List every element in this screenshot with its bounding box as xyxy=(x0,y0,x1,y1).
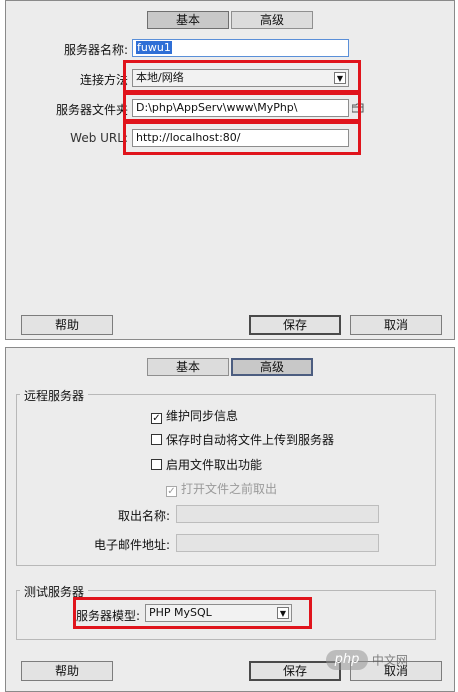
maintain-sync-label: 维护同步信息 xyxy=(166,409,239,423)
email-field xyxy=(176,534,379,552)
cancel-button[interactable]: 取消 xyxy=(350,315,442,335)
enable-checkout-option[interactable]: 启用文件取出功能 xyxy=(151,456,262,473)
server-folder-label: 服务器文件夹 xyxy=(55,103,128,117)
checkout-name-field xyxy=(176,505,379,523)
enable-checkout-label: 启用文件取出功能 xyxy=(166,458,263,472)
watermark-text: 中文网 xyxy=(371,653,408,668)
server-model-label: 服务器模型: xyxy=(76,609,141,623)
server-model-select[interactable]: PHP MySQL ▼ xyxy=(145,604,292,622)
connect-method-select[interactable]: 本地/网络 ▼ xyxy=(132,69,349,87)
connect-method-value: 本地/网络 xyxy=(136,71,184,84)
server-name-label: 服务器名称: xyxy=(63,43,128,57)
watermark: php 中文网 xyxy=(326,650,408,672)
basic-settings-panel: 基本 高级 服务器名称: fuwu1 连接方法 本地/网络 ▼ 服务器文件夹 D… xyxy=(5,0,455,340)
checkout-name-label: 取出名称: xyxy=(117,509,170,523)
checkbox-icon[interactable] xyxy=(151,459,162,470)
checkbox-checked-icon[interactable]: ✓ xyxy=(151,413,162,424)
server-name-field[interactable]: fuwu1 xyxy=(132,39,349,57)
server-name-value: fuwu1 xyxy=(136,41,172,54)
tab-basic[interactable]: 基本 xyxy=(147,11,229,29)
testing-server-title: 测试服务器 xyxy=(20,583,89,600)
auto-upload-option[interactable]: 保存时自动将文件上传到服务器 xyxy=(151,431,334,448)
help-button[interactable]: 帮助 xyxy=(21,661,113,681)
auto-upload-label: 保存时自动将文件上传到服务器 xyxy=(166,433,335,447)
tab-basic[interactable]: 基本 xyxy=(147,358,229,376)
open-before-checkout-label: 打开文件之前取出 xyxy=(181,482,278,496)
dropdown-arrow-icon[interactable]: ▼ xyxy=(334,72,346,84)
email-label: 电子邮件地址: xyxy=(93,538,170,552)
save-button[interactable]: 保存 xyxy=(249,315,341,335)
server-folder-field[interactable]: D:\php\AppServ\www\MyPhp\ xyxy=(132,99,349,117)
open-before-checkout-option: ✓ 打开文件之前取出 xyxy=(166,480,277,497)
php-logo: php xyxy=(326,650,368,670)
maintain-sync-option[interactable]: ✓ 维护同步信息 xyxy=(151,407,238,424)
server-model-value: PHP MySQL xyxy=(149,606,212,619)
web-url-label: Web URL: xyxy=(70,131,128,145)
tab-advanced[interactable]: 高级 xyxy=(231,358,313,376)
remote-server-title: 远程服务器 xyxy=(20,387,89,404)
connect-method-label: 连接方法 xyxy=(79,73,128,87)
dropdown-arrow-icon[interactable]: ▼ xyxy=(277,607,289,619)
web-url-field[interactable]: http://localhost:80/ xyxy=(132,129,349,147)
help-button[interactable]: 帮助 xyxy=(21,315,113,335)
tab-advanced[interactable]: 高级 xyxy=(231,11,313,29)
checkbox-checked-disabled-icon: ✓ xyxy=(166,486,177,497)
folder-icon[interactable] xyxy=(352,103,364,113)
checkbox-icon[interactable] xyxy=(151,434,162,445)
advanced-settings-panel: 基本 高级 远程服务器 ✓ 维护同步信息 保存时自动将文件上传到服务器 启用文件取… xyxy=(5,347,455,692)
